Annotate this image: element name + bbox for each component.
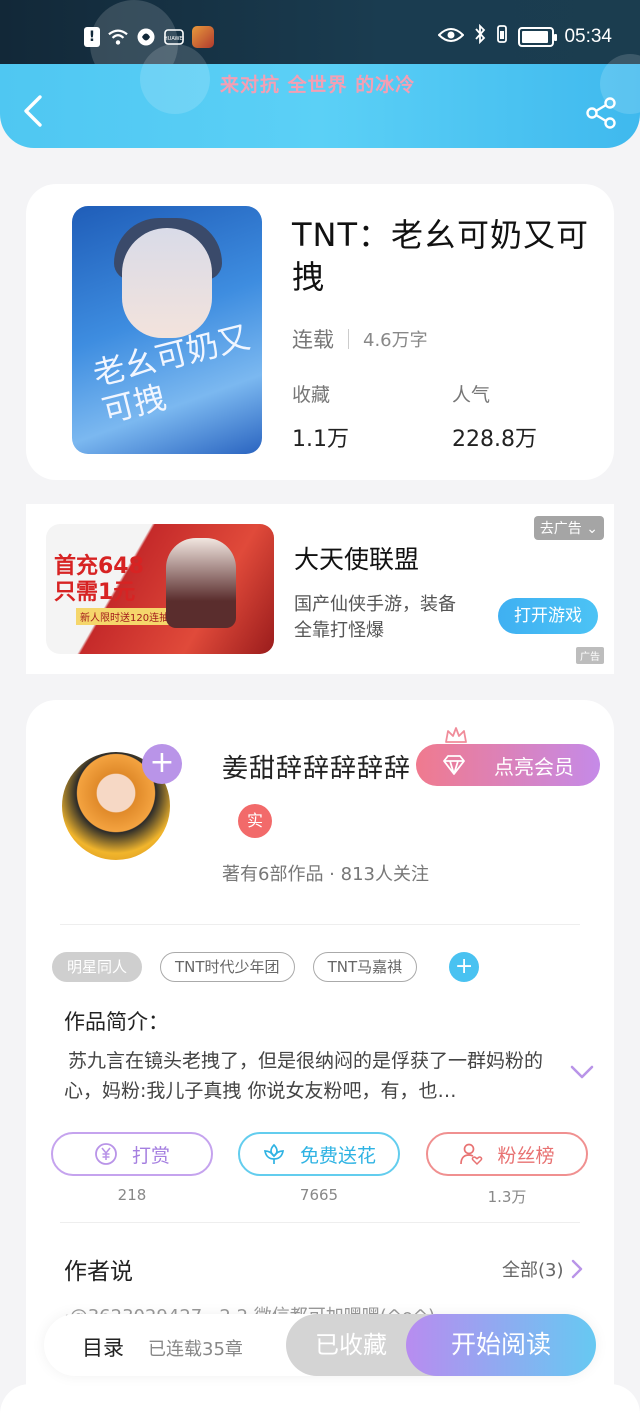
ad-description: 国产仙侠手游，装备全靠打怪爆	[294, 594, 456, 641]
author-says-all-link[interactable]: 全部(3)	[502, 1256, 584, 1282]
user-heart-icon	[460, 1143, 483, 1166]
book-cover[interactable]: 老幺可奶又可拽	[72, 206, 262, 454]
divider	[60, 924, 580, 925]
flower-icon	[263, 1143, 284, 1164]
follow-author-button[interactable]: +	[142, 744, 182, 784]
status-left-icons: ! HUAWEI	[84, 26, 214, 48]
book-word-count: 4.6万字	[363, 330, 428, 351]
ad-promo-line2: 只需1元	[54, 580, 136, 605]
stat-favorites-value: 1.1万	[292, 427, 349, 452]
fan-count: 1.3万	[487, 1188, 527, 1206]
send-flower-button[interactable]: 免费送花	[238, 1132, 400, 1176]
yen-coin-icon	[95, 1143, 117, 1165]
ad-character	[166, 538, 236, 628]
open-game-button[interactable]: 打开游戏	[498, 598, 598, 634]
ad-image[interactable]: 首充648 只需1元 新人限时送120连抽	[46, 524, 274, 654]
divider	[60, 1222, 580, 1223]
svg-text:HUAWEI: HUAWEI	[164, 36, 184, 42]
flower-count: 7665	[299, 1186, 339, 1204]
chevron-down-icon[interactable]	[570, 1064, 594, 1080]
send-flower-label: 免费送花	[299, 1144, 376, 1167]
reward-label: 打赏	[131, 1144, 170, 1167]
book-status: 连载	[292, 328, 334, 352]
marquee-text: 来对抗 全世界 的冰冷	[220, 74, 416, 96]
ad-promo-line1: 首充648	[54, 554, 144, 579]
sync-icon	[136, 26, 156, 48]
author-says-all-label: 全部(3)	[502, 1260, 564, 1281]
tag-item[interactable]: 明星同人	[52, 952, 143, 982]
ad-promo-text: 首充648 只需1元	[54, 554, 144, 606]
share-button[interactable]	[584, 96, 618, 130]
top-nav-bar: 来对抗 全世界 的冰冷	[0, 44, 640, 148]
game-app-icon	[192, 26, 214, 48]
reward-count: 218	[117, 1186, 147, 1204]
intro-title: 作品简介：	[64, 1010, 169, 1034]
vip-label: 点亮会员	[494, 754, 574, 779]
bottom-background	[0, 1384, 640, 1422]
add-tag-button[interactable]: +	[449, 952, 480, 982]
decorative-bubble	[140, 44, 210, 114]
stat-favorites: 收藏 1.1万	[292, 380, 349, 453]
back-button[interactable]	[20, 94, 50, 128]
author-name[interactable]: 姜甜辞辞辞辞辞	[222, 748, 411, 785]
verified-badge: 实	[238, 804, 272, 838]
stat-popularity-value: 228.8万	[452, 427, 537, 452]
fan-ranking-button[interactable]: 粉丝榜	[426, 1132, 588, 1176]
vibrate-icon	[496, 24, 508, 49]
meta-divider	[348, 329, 349, 349]
toc-button[interactable]: 目录	[82, 1332, 124, 1362]
status-time: 05:34	[564, 25, 612, 47]
eye-icon	[438, 26, 465, 48]
ad-badge: 广告	[576, 647, 604, 664]
vip-button[interactable]: 点亮会员	[416, 727, 600, 786]
stat-favorites-label: 收藏	[292, 384, 331, 406]
remove-ad-label: 去广告	[539, 521, 582, 537]
tag-item[interactable]: TNT马嘉祺	[312, 952, 418, 982]
book-title: TNT：老幺可奶又可拽	[292, 216, 590, 296]
stat-popularity: 人气 228.8万	[452, 380, 537, 453]
start-reading-button[interactable]: 开始阅读	[406, 1314, 596, 1376]
alert-icon: !	[84, 27, 100, 47]
tag-item[interactable]: TNT时代少年团	[160, 952, 295, 982]
ad-banner[interactable]: 首充648 只需1元 新人限时送120连抽 去广告 ⌄ 大天使联盟 国产仙侠手游…	[26, 504, 614, 674]
ad-promo-sub: 新人限时送120连抽	[76, 608, 174, 625]
chevron-right-icon	[571, 1259, 582, 1279]
book-meta: 连载 4.6万字	[292, 324, 428, 354]
ad-title: 大天使联盟	[294, 545, 420, 574]
share-icon	[586, 97, 616, 129]
chapter-count[interactable]: 已连载35章	[148, 1335, 243, 1361]
bottom-action-bar: 目录 已连载35章 已收藏 开始阅读	[44, 1314, 596, 1376]
intro-text[interactable]: 苏九言在镜头老拽了，但是很纳闷的是俘获了一群妈粉的心，妈粉:我儿子真拽 你说女友…	[64, 1046, 564, 1106]
reward-button[interactable]: 打赏	[51, 1132, 213, 1176]
status-right-icons: 05:34	[438, 23, 612, 49]
author-stats: 著有6部作品 · 813人关注	[222, 864, 429, 885]
collected-label: 已收藏	[315, 1331, 387, 1359]
bluetooth-icon	[474, 23, 486, 49]
crown-icon	[445, 727, 467, 743]
cover-face	[122, 228, 212, 338]
remove-ad-button[interactable]: 去广告 ⌄	[533, 516, 604, 540]
stat-popularity-label: 人气	[452, 384, 491, 406]
cover-script: 老幺可奶又可拽	[89, 317, 254, 431]
tag-list: 明星同人 TNT时代少年团 TNT马嘉祺 +	[52, 952, 480, 982]
wifi-icon	[108, 26, 128, 48]
chevron-left-icon	[24, 95, 42, 127]
battery-icon	[518, 26, 558, 47]
author-says-title: 作者说	[64, 1259, 133, 1285]
fan-ranking-label: 粉丝榜	[497, 1144, 555, 1167]
diamond-icon	[443, 755, 465, 775]
status-bar: ! HUAWEI 05:34	[0, 0, 640, 88]
book-info-card: 老幺可奶又可拽 TNT：老幺可奶又可拽 连载 4.6万字 收藏 1.1万 人气 …	[26, 184, 614, 480]
